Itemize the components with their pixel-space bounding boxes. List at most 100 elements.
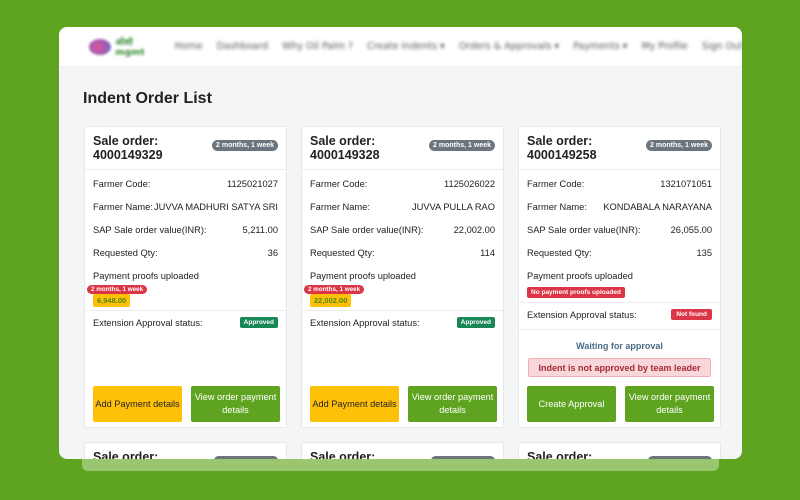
requested-qty-row: Requested Qty: 36 (93, 248, 278, 258)
order-card-partial: Sale order: (518, 442, 721, 459)
card-header: Sale order: 4000149328 2 months, 1 week (302, 127, 503, 170)
requested-qty-value: 36 (267, 248, 278, 258)
farmer-code-value: 1321071051 (660, 179, 712, 189)
app-window: ओशो mgmt Home Dashboard Why Oil Palm ? C… (59, 27, 742, 459)
sap-value-row: SAP Sale order value(INR): 26,055.00 (527, 225, 712, 235)
nav-home[interactable]: Home (175, 41, 203, 52)
divider (302, 310, 503, 311)
sale-order-label: Sale order: (310, 134, 376, 148)
farmer-code-value: 1125026022 (443, 179, 495, 189)
top-navbar: ओशो mgmt Home Dashboard Why Oil Palm ? C… (59, 27, 742, 67)
proof-amount-badge[interactable]: 6,948.00 (93, 294, 131, 307)
requested-qty-label: Requested Qty: (93, 248, 158, 258)
sap-value-row: SAP Sale order value(INR): 5,211.00 (93, 225, 278, 235)
farmer-name-row: Farmer Name: JUVVA MADHURI SATYA SRI (93, 202, 278, 212)
farmer-code-row: Farmer Code: 1125021027 (93, 179, 278, 189)
status-badge: Not found (671, 309, 712, 320)
order-age-badge: 2 months, 1 week (212, 140, 278, 151)
proof-age-badge: 2 months, 1 week (87, 285, 148, 294)
sale-order-label: Sale order: (527, 450, 593, 459)
nav-menu: Home Dashboard Why Oil Palm ? Create Ind… (175, 41, 743, 52)
nav-create-indents[interactable]: Create Indents ▾ (367, 41, 445, 52)
farmer-name-value: JUVVA MADHURI SATYA SRI (154, 202, 278, 212)
sap-value: 22,002.00 (453, 225, 495, 235)
view-payment-details-button[interactable]: View order payment details (625, 386, 714, 422)
extension-status-row: Extension Approval status: Approved (310, 317, 495, 328)
order-age-badge: 2 months, 1 week (646, 140, 712, 151)
sale-order-number: 4000149328 (310, 148, 380, 162)
logo-icon (89, 38, 112, 55)
nav-dashboard[interactable]: Dashboard (217, 41, 269, 52)
sap-value-label: SAP Sale order value(INR): (527, 225, 641, 235)
divider (85, 310, 286, 311)
divider (519, 302, 720, 303)
brand-logo[interactable]: ओशो mgmt (89, 35, 153, 59)
farmer-name-label: Farmer Name: (93, 202, 153, 212)
extension-status-label: Extension Approval status: (93, 317, 203, 328)
farmer-code-row: Farmer Code: 1125026022 (310, 179, 495, 189)
proof-amount-badge[interactable]: 22,002.00 (310, 294, 352, 307)
requested-qty-label: Requested Qty: (310, 248, 375, 258)
payment-proofs-row: Payment proofs uploaded (93, 271, 278, 281)
nav-sign-out[interactable]: Sign Out (702, 41, 742, 52)
create-approval-button[interactable]: Create Approval (527, 386, 616, 422)
sale-order-label: Sale order: (527, 134, 593, 148)
sap-value-label: SAP Sale order value(INR): (310, 225, 424, 235)
extension-status-row: Extension Approval status: Not found (527, 309, 712, 320)
farmer-code-value: 1125021027 (226, 179, 278, 189)
requested-qty-row: Requested Qty: 114 (310, 248, 495, 258)
page-title: Indent Order List (83, 90, 212, 107)
farmer-name-label: Farmer Name: (527, 202, 587, 212)
payment-proofs-row: Payment proofs uploaded (310, 271, 495, 281)
payment-proofs-label: Payment proofs uploaded (527, 271, 633, 281)
payment-proofs-label: Payment proofs uploaded (93, 271, 199, 281)
order-card: Sale order: 4000149258 2 months, 1 week … (518, 126, 721, 428)
divider (519, 329, 720, 330)
extension-status-row: Extension Approval status: Approved (93, 317, 278, 328)
order-card: Sale order: 4000149329 2 months, 1 week … (84, 126, 287, 428)
farmer-name-label: Farmer Name: (310, 202, 370, 212)
order-card: Sale order: 4000149328 2 months, 1 week … (301, 126, 504, 428)
sale-order-label: Sale order: (93, 450, 159, 459)
requested-qty-value: 135 (696, 248, 712, 258)
sap-value: 26,055.00 (670, 225, 712, 235)
order-age-badge: 2 months, 1 week (429, 140, 495, 151)
farmer-name-row: Farmer Name: JUVVA PULLA RAO (310, 202, 495, 212)
farmer-name-row: Farmer Name: KONDABALA NARAYANA (527, 202, 712, 212)
farmer-code-label: Farmer Code: (310, 179, 368, 189)
farmer-code-label: Farmer Code: (527, 179, 585, 189)
nav-why-oil-palm[interactable]: Why Oil Palm ? (282, 41, 353, 52)
requested-qty-label: Requested Qty: (527, 248, 592, 258)
sap-value-row: SAP Sale order value(INR): 22,002.00 (310, 225, 495, 235)
sap-value-label: SAP Sale order value(INR): (93, 225, 207, 235)
no-proofs-badge: No payment proofs uploaded (527, 287, 625, 298)
card-header: Sale order: 4000149258 2 months, 1 week (519, 127, 720, 170)
payment-proofs-label: Payment proofs uploaded (310, 271, 416, 281)
status-badge: Approved (239, 317, 278, 328)
payment-proofs-row: Payment proofs uploaded (527, 271, 712, 281)
requested-qty-value: 114 (480, 248, 495, 258)
farmer-code-label: Farmer Code: (93, 179, 151, 189)
nav-orders-approvals[interactable]: Orders & Approvals ▾ (459, 41, 559, 52)
view-payment-details-button[interactable]: View order payment details (408, 386, 497, 422)
farmer-code-row: Farmer Code: 1321071051 (527, 179, 712, 189)
view-payment-details-button[interactable]: View order payment details (191, 386, 280, 422)
extension-status-label: Extension Approval status: (527, 309, 637, 320)
sap-value: 5,211.00 (242, 225, 279, 235)
not-approved-alert: Indent is not approved by team leader (528, 358, 711, 377)
nav-payments[interactable]: Payments ▾ (573, 41, 627, 52)
status-badge: Approved (456, 317, 495, 328)
logo-text: ओशो mgmt (115, 38, 145, 58)
farmer-name-value: KONDABALA NARAYANA (603, 202, 712, 212)
sale-order-label: Sale order: (93, 134, 159, 148)
extension-status-label: Extension Approval status: (310, 317, 420, 328)
add-payment-button[interactable]: Add Payment details (310, 386, 399, 422)
proof-age-badge: 2 months, 1 week (304, 285, 365, 294)
farmer-name-value: JUVVA PULLA RAO (411, 202, 495, 212)
sale-order-label: Sale order: (310, 450, 376, 459)
nav-my-profile[interactable]: My Profile (641, 41, 687, 52)
order-card-partial: Sale order: (301, 442, 504, 459)
add-payment-button[interactable]: Add Payment details (93, 386, 182, 422)
requested-qty-row: Requested Qty: 135 (527, 248, 712, 258)
order-card-partial: Sale order: (84, 442, 287, 459)
